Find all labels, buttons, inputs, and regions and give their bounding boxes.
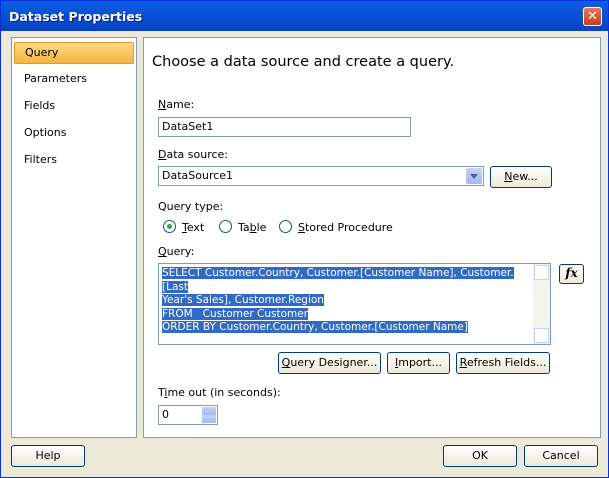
radio-table-label[interactable]: Table [238, 221, 266, 234]
expression-fx-button[interactable]: fx [559, 264, 584, 284]
refresh-fields-button[interactable]: Refresh Fields... [456, 352, 550, 374]
scroll-down-arrow-icon[interactable] [534, 328, 549, 343]
new-datasource-button[interactable]: New... [490, 166, 552, 188]
nav-item-filters[interactable]: Filters [14, 149, 134, 171]
stepper-down-icon[interactable] [202, 415, 216, 423]
title-bar[interactable]: Dataset Properties ✕ [1, 1, 608, 31]
radio-table[interactable] [219, 220, 232, 233]
datasource-select[interactable]: DataSource1 [158, 166, 484, 186]
query-textarea[interactable]: SELECT Customer.Country, Customer.[Custo… [158, 263, 551, 345]
cancel-button[interactable]: Cancel [524, 445, 598, 467]
query-panel: Choose a data source and create a query.… [143, 37, 601, 438]
radio-stored-procedure-label[interactable]: Stored Procedure [298, 221, 393, 234]
radio-text[interactable] [163, 220, 176, 233]
timeout-value: 0 [162, 408, 169, 421]
query-label: Query: [158, 245, 195, 258]
close-icon: ✕ [587, 9, 598, 24]
scroll-up-arrow-icon[interactable] [534, 265, 549, 280]
timeout-label: Time out (in seconds): [158, 386, 281, 399]
close-button[interactable]: ✕ [583, 7, 602, 26]
timeout-stepper[interactable]: 0 [158, 405, 218, 425]
name-input[interactable]: DataSet1 [158, 117, 411, 137]
nav-item-parameters[interactable]: Parameters [14, 68, 134, 90]
stepper-up-icon[interactable] [202, 407, 216, 415]
ok-button[interactable]: OK [443, 445, 517, 467]
datasource-label: Data source: [158, 148, 229, 161]
dialog-title: Dataset Properties [9, 9, 143, 24]
radio-text-label[interactable]: Text [182, 221, 204, 234]
query-scrollbar[interactable] [533, 264, 550, 344]
datasource-value: DataSource1 [162, 169, 234, 182]
page-heading: Choose a data source and create a query. [152, 54, 455, 70]
name-label: Name: [158, 98, 195, 111]
nav-item-options[interactable]: Options [14, 122, 134, 144]
radio-stored-procedure[interactable] [279, 220, 292, 233]
help-button[interactable]: Help [11, 445, 85, 467]
nav-list: Query Parameters Fields Options Filters [11, 37, 137, 438]
chevron-down-icon[interactable] [466, 168, 482, 184]
query-designer-button[interactable]: Query Designer... [278, 352, 381, 374]
dataset-properties-dialog: Dataset Properties ✕ Query Parameters Fi… [0, 0, 609, 478]
query-type-label: Query type: [158, 200, 224, 213]
nav-item-query[interactable]: Query [14, 42, 134, 64]
query-text: SELECT Customer.Country, Customer.[Custo… [162, 267, 514, 333]
import-button[interactable]: Import... [387, 352, 450, 374]
nav-item-fields[interactable]: Fields [14, 95, 134, 117]
